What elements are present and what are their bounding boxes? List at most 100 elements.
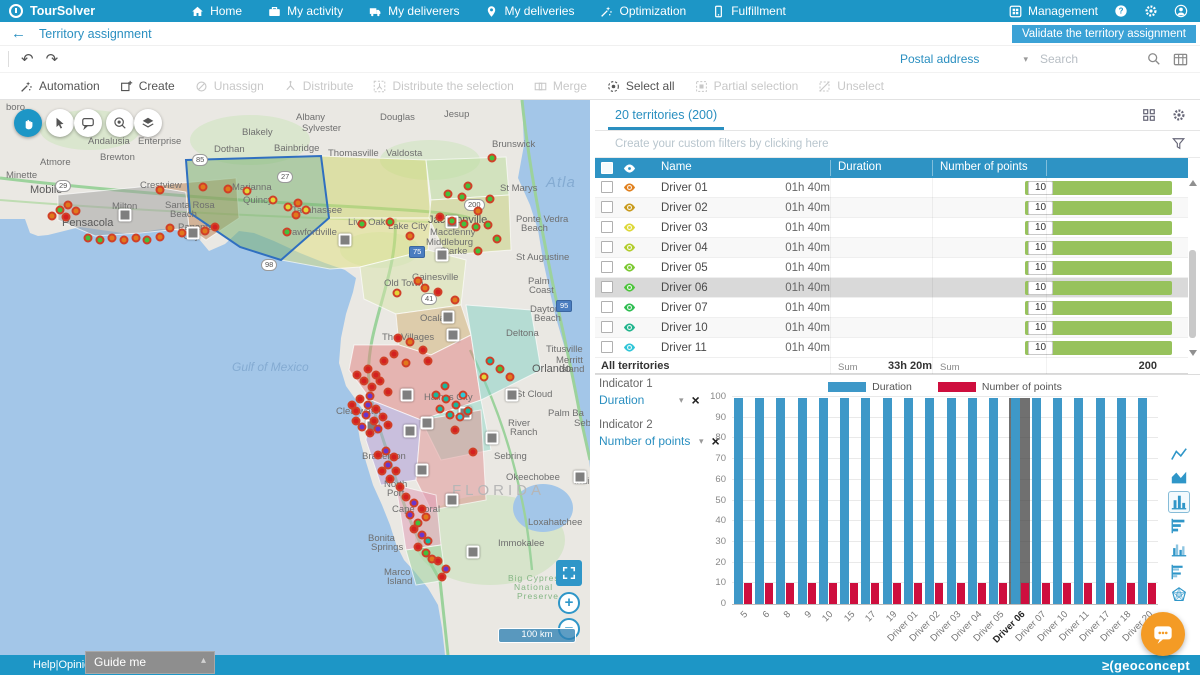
delivery-point-marker[interactable] (421, 284, 430, 293)
delivery-point-marker[interactable] (452, 401, 461, 410)
row-checkbox[interactable] (601, 281, 613, 293)
nav-item-management[interactable]: Management (1009, 4, 1098, 18)
delivery-point-marker[interactable] (406, 511, 415, 520)
delivery-point-marker[interactable] (366, 392, 375, 401)
tab-territories[interactable]: 20 territories (200) (615, 108, 717, 122)
bar-group-driver-01[interactable] (902, 398, 923, 604)
depot-marker[interactable] (467, 546, 480, 559)
depot-marker[interactable] (187, 227, 200, 240)
delivery-point-marker[interactable] (84, 234, 93, 243)
delivery-point-marker[interactable] (393, 289, 402, 298)
delivery-point-marker[interactable] (384, 388, 393, 397)
depot-marker[interactable] (339, 234, 352, 247)
toolbar-automation-button[interactable]: Automation (20, 79, 100, 93)
table-row-driver-07[interactable]: Driver 0701h 40m10 (595, 298, 1188, 318)
radar-chart-icon[interactable] (1169, 585, 1189, 605)
delivery-point-marker[interactable] (506, 373, 515, 382)
depot-marker[interactable] (421, 417, 434, 430)
delivery-point-marker[interactable] (48, 212, 57, 221)
row-visibility-eye-icon[interactable] (623, 341, 636, 354)
search-icon[interactable] (1147, 52, 1161, 66)
depot-marker[interactable] (404, 425, 417, 438)
depot-marker[interactable] (574, 471, 587, 484)
help-icon[interactable]: ? (1114, 4, 1128, 18)
delivery-point-marker[interactable] (386, 475, 395, 484)
delivery-point-marker[interactable] (484, 221, 493, 230)
delivery-point-marker[interactable] (496, 365, 505, 374)
delivery-point-marker[interactable] (380, 357, 389, 366)
column-duration[interactable]: Duration (838, 161, 881, 173)
undo-icon[interactable]: ↶ (21, 52, 34, 67)
depot-marker[interactable] (119, 209, 132, 222)
row-checkbox[interactable] (601, 201, 613, 213)
row-visibility-eye-icon[interactable] (623, 321, 636, 334)
delivery-point-marker[interactable] (224, 185, 233, 194)
row-checkbox[interactable] (601, 221, 613, 233)
scroll-up-arrow[interactable] (1189, 180, 1197, 186)
row-checkbox[interactable] (601, 261, 613, 273)
grouped-column-chart-icon[interactable] (1169, 539, 1189, 559)
delivery-point-marker[interactable] (464, 407, 473, 416)
bar-group-8[interactable] (775, 398, 796, 604)
nav-item-my-activity[interactable]: My activity (268, 4, 343, 18)
delivery-point-marker[interactable] (464, 182, 473, 191)
delivery-point-marker[interactable] (424, 357, 433, 366)
bar-group-driver-10[interactable] (1051, 398, 1072, 604)
horizontal-bar-chart-icon[interactable] (1169, 516, 1189, 536)
delivery-point-marker[interactable] (406, 232, 415, 241)
bar-group-driver-03[interactable] (945, 398, 966, 604)
delivery-point-marker[interactable] (451, 426, 460, 435)
settings-gear-icon[interactable] (1144, 4, 1158, 18)
bar-group-10[interactable] (817, 398, 838, 604)
brand[interactable]: TourSolver (9, 4, 95, 18)
table-row-driver-10[interactable]: Driver 1001h 40m10 (595, 318, 1188, 338)
delivery-point-marker[interactable] (368, 383, 377, 392)
map-canvas[interactable]: boroMobileMinetteAtmoreBrewtonAndalusiaE… (0, 100, 590, 655)
map-fullscreen-button[interactable] (556, 560, 582, 586)
delivery-point-marker[interactable] (441, 382, 450, 391)
delivery-point-marker[interactable] (424, 537, 433, 546)
bar-group-6[interactable] (753, 398, 774, 604)
depot-marker[interactable] (447, 329, 460, 342)
delivery-point-marker[interactable] (438, 573, 447, 582)
grouped-bar-chart-icon[interactable] (1169, 562, 1189, 582)
delivery-point-marker[interactable] (432, 391, 441, 400)
delivery-point-marker[interactable] (156, 233, 165, 242)
table-scrollbar[interactable] (1188, 180, 1197, 356)
chevron-down-icon[interactable]: ▾ (679, 395, 684, 406)
delivery-point-marker[interactable] (243, 187, 252, 196)
row-visibility-eye-icon[interactable] (623, 301, 636, 314)
delivery-point-marker[interactable] (456, 413, 465, 422)
bar-group-driver-04[interactable] (966, 398, 987, 604)
delivery-point-marker[interactable] (62, 213, 71, 222)
delivery-point-marker[interactable] (488, 154, 497, 163)
nav-item-my-deliveries[interactable]: My deliveries (485, 4, 574, 18)
depot-marker[interactable] (416, 464, 429, 477)
back-arrow-icon[interactable]: ← (11, 26, 26, 41)
depot-marker[interactable] (436, 249, 449, 262)
delivery-point-marker[interactable] (458, 193, 467, 202)
delivery-point-marker[interactable] (434, 557, 443, 566)
delivery-point-marker[interactable] (392, 467, 401, 476)
row-checkbox[interactable] (601, 181, 613, 193)
bar-group-driver-18[interactable] (1115, 398, 1136, 604)
delivery-point-marker[interactable] (378, 467, 387, 476)
nav-item-home[interactable]: Home (191, 4, 242, 18)
indicator-2-select[interactable]: Number of points (599, 434, 691, 448)
delivery-point-marker[interactable] (474, 247, 483, 256)
delivery-point-marker[interactable] (436, 213, 445, 222)
bar-group-driver-06[interactable] (1009, 398, 1030, 604)
delivery-point-marker[interactable] (302, 206, 311, 215)
bar-group-9[interactable] (796, 398, 817, 604)
delivery-point-marker[interactable] (348, 401, 357, 410)
table-view-icon[interactable] (1173, 52, 1188, 67)
user-avatar-icon[interactable] (1174, 4, 1188, 18)
chat-bubble-button[interactable] (1141, 612, 1185, 656)
row-visibility-eye-icon[interactable] (623, 261, 636, 274)
filter-row[interactable]: Create your custom filters by clicking h… (595, 131, 1200, 158)
depot-marker[interactable] (506, 389, 519, 402)
delivery-point-marker[interactable] (374, 451, 383, 460)
delivery-point-marker[interactable] (460, 220, 469, 229)
row-checkbox[interactable] (601, 301, 613, 313)
delivery-point-marker[interactable] (284, 203, 293, 212)
